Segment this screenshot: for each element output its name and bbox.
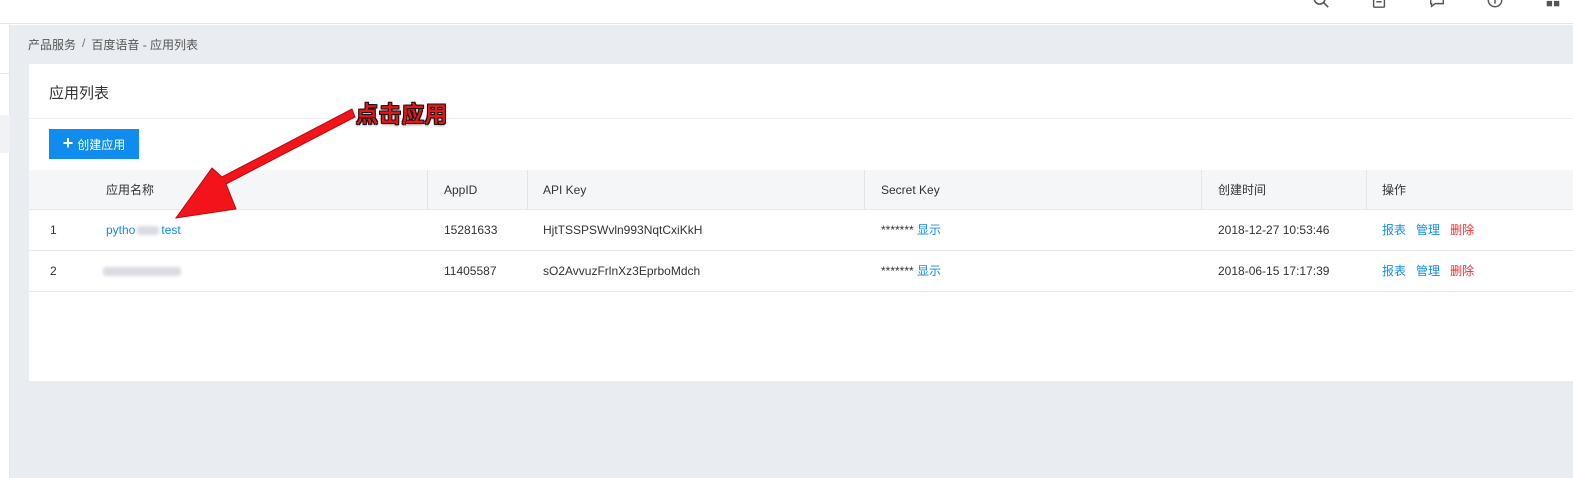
show-secret-link[interactable]: 显示 [917, 223, 941, 237]
table-header: 应用名称 AppID API Key Secret Key 创建时间 操作 [29, 170, 1573, 210]
col-header-name: 应用名称 [106, 183, 155, 197]
table-row: 2 11405587 sO2AvvuzFrlnXz3EprboMdch ****… [29, 251, 1573, 292]
create-app-button[interactable]: + 创建应用 [49, 129, 139, 159]
create-app-button-label: 创建应用 [77, 137, 126, 152]
clipboard-icon[interactable] [1369, 0, 1389, 10]
row-actions: 报表 管理 删除 [1382, 210, 1474, 250]
app-name-suffix: test [161, 223, 181, 237]
search-icon[interactable] [1311, 0, 1331, 10]
col-divider [864, 170, 865, 210]
col-header-secret-key: Secret Key [881, 183, 940, 197]
grid-icon[interactable] [1543, 0, 1563, 10]
report-link[interactable]: 报表 [1382, 223, 1406, 237]
secret-key-cell: ******* 显示 [881, 210, 941, 250]
app-list-card: 应用列表 + 创建应用 应用名称 AppID API Key Secret Ke… [29, 64, 1573, 381]
row-index: 2 [50, 264, 57, 278]
page-title: 应用列表 [49, 85, 110, 102]
main-content: 产品服务 / 百度语音 - 应用列表 应用列表 + 创建应用 应用名称 AppI… [10, 25, 1573, 478]
sidebar-divider [0, 73, 10, 74]
col-header-appid: AppID [444, 183, 478, 197]
row-actions: 报表 管理 删除 [1382, 251, 1474, 291]
secret-key-mask: ******* [881, 264, 914, 278]
col-header-actions: 操作 [1382, 183, 1407, 197]
help-icon[interactable] [1485, 0, 1505, 10]
plus-icon: + [62, 133, 74, 153]
secret-key-cell: ******* 显示 [881, 251, 941, 291]
show-secret-link[interactable]: 显示 [917, 264, 941, 278]
breadcrumb-current: 百度语音 - 应用列表 [91, 38, 199, 52]
breadcrumb-product-services[interactable]: 产品服务 [28, 36, 76, 53]
table-row: 1 pytho test 15281633 HjtTSSPSWvln993NqtC… [29, 210, 1573, 251]
col-divider [1366, 170, 1367, 210]
app-name-link[interactable] [103, 251, 181, 291]
secret-key-mask: ******* [881, 223, 914, 237]
delete-link[interactable]: 删除 [1450, 264, 1474, 278]
breadcrumb: 产品服务 / 百度语音 - 应用列表 [28, 36, 198, 53]
sidebar-active-item[interactable] [0, 115, 10, 153]
col-header-api-key: API Key [543, 183, 587, 197]
col-divider [527, 170, 528, 210]
app-name-link[interactable]: pytho test [106, 210, 181, 250]
card-divider [29, 118, 1573, 119]
manage-link[interactable]: 管理 [1416, 264, 1440, 278]
col-divider [1201, 170, 1202, 210]
report-link[interactable]: 报表 [1382, 264, 1406, 278]
delete-link[interactable]: 删除 [1450, 223, 1474, 237]
chat-icon[interactable] [1427, 0, 1447, 10]
breadcrumb-separator: / [82, 36, 86, 50]
redacted-text [137, 226, 160, 236]
col-divider [427, 170, 428, 210]
row-index: 1 [50, 223, 57, 237]
api-key: sO2AvvuzFrlnXz3EprboMdch [543, 264, 701, 278]
col-header-created: 创建时间 [1218, 183, 1267, 197]
redacted-text [103, 267, 181, 277]
api-key: HjtTSSPSWvln993NqtCxiKkH [543, 223, 703, 237]
created-time: 2018-06-15 17:17:39 [1218, 264, 1330, 278]
top-bar [0, 0, 1573, 24]
left-sidebar [0, 25, 10, 478]
app-id: 11405587 [444, 264, 497, 278]
app-name-prefix: pytho [106, 223, 136, 237]
created-time: 2018-12-27 10:53:46 [1218, 223, 1330, 237]
manage-link[interactable]: 管理 [1416, 223, 1440, 237]
app-id: 15281633 [444, 223, 498, 237]
top-icon-group [1311, 0, 1573, 14]
annotation-label: 点击应用 [356, 102, 449, 127]
